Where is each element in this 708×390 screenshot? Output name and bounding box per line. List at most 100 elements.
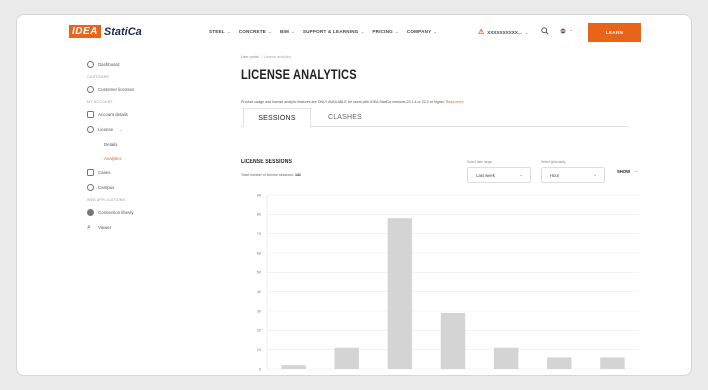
sessions-chart: 0 10 20 30 40 50 60 70 80 90 Apr 1, 2024 Apr 2, 202… [257, 193, 639, 376]
chevron-down-icon: ⌄ [393, 29, 399, 34]
chart-bar [547, 357, 572, 369]
granularity-select[interactable]: Hour ⌄ [541, 167, 605, 183]
top-navigation: IDEA StatiCa STEEL ⌄ CONCRETE ⌄ BIM ⌄ SUPPO… [17, 15, 691, 51]
sidebar-item[interactable]: Cases [87, 165, 207, 180]
browser-frame: IDEA StatiCa STEEL ⌄ CONCRETE ⌄ BIM ⌄ SUPPO… [16, 14, 692, 376]
sidebar-item[interactable]: Dashboard [87, 57, 207, 72]
x-tick-label: Apr 7, 2024 [603, 375, 623, 376]
x-tick-label: Apr 6, 2024 [549, 375, 569, 376]
sidebar-item[interactable]: License ⌄ [87, 122, 207, 137]
warning-icon: ⚠ [478, 29, 485, 36]
session-total: Total number of license sessions: 141 [241, 173, 301, 177]
y-tick-label: 10 [257, 348, 261, 352]
session-total-label: Total number of license sessions: [241, 173, 294, 177]
menu-item-label: COMPANY [406, 29, 432, 34]
session-total-value: 141 [294, 173, 301, 177]
account-icon [87, 111, 94, 118]
sidebar-category: MY ACCOUNT [87, 100, 113, 104]
sidebar-item[interactable]: Account details [87, 107, 207, 122]
y-tick-label: 0 [259, 367, 261, 371]
x-tick-label: Apr 5, 2024 [496, 375, 516, 376]
user-label: XXXXXXXXXX... [487, 29, 522, 35]
license-icon [87, 126, 94, 133]
chart-bar [440, 312, 466, 369]
date-range-select[interactable]: Last week ⌄ [467, 167, 531, 183]
menu-item-label: CONCRETE [238, 29, 267, 34]
logo-mark: IDEA [69, 25, 101, 38]
chart-bar [334, 347, 359, 369]
license-icon [87, 86, 94, 93]
main-menu: STEEL ⌄ CONCRETE ⌄ BIM ⌄ SUPPORT & LEARNING… [209, 29, 437, 34]
search-icon[interactable] [541, 27, 549, 35]
chevron-down-icon: ⌄ [524, 29, 529, 35]
breadcrumb: User portal › License analytics [241, 55, 292, 59]
chevron-down-icon: ⌄ [359, 29, 365, 34]
y-tick-label: 60 [257, 251, 261, 255]
y-tick-label: 40 [257, 290, 261, 294]
logo-text: StatiCa [103, 25, 142, 38]
breadcrumb-home[interactable]: User portal [241, 55, 259, 59]
show-button[interactable]: SHOW → [617, 168, 639, 174]
x-tick-label: Apr 2, 2024 [337, 375, 357, 376]
chart-bar [281, 365, 306, 369]
viewer-icon: ⌕ [87, 224, 91, 231]
sidebar-item-label: Cases [98, 170, 111, 175]
cases-icon [87, 169, 94, 176]
tabs: SESSIONS CLASHES [241, 108, 629, 128]
chevron-down-icon: ⌄ [519, 172, 523, 177]
sidebar-item[interactable]: Connection library [87, 205, 207, 220]
y-tick-label: 90 [257, 193, 261, 197]
read-more-link[interactable]: Read more [446, 100, 464, 104]
sidebar-item-label: Dashboard [98, 62, 120, 67]
y-tick-label: 80 [257, 213, 261, 217]
chevron-down-icon[interactable]: ⌄ [569, 27, 573, 33]
chevron-down-icon: ⌄ [267, 29, 272, 34]
granularity-label: Select granularity [541, 160, 566, 164]
menu-item[interactable]: BIM ⌄ [280, 29, 295, 34]
sidebar-item-label: Connection library [98, 210, 134, 215]
menu-item-label: BIM [279, 29, 289, 34]
x-tick-label: Apr 4, 2024 [443, 375, 463, 376]
chart-bar [387, 218, 413, 369]
notice-text: Product usage and license analytic featu… [241, 100, 463, 104]
menu-item[interactable]: COMPANY ⌄ [407, 29, 437, 34]
sidebar-subitem[interactable]: Details [87, 137, 207, 151]
section-title: LICENSE SESSIONS [241, 159, 292, 165]
sidebar-item[interactable]: Campus [87, 180, 207, 195]
x-tick-label: Apr 1, 2024 [284, 375, 304, 376]
chart-bar [600, 357, 625, 369]
sidebar-subitem[interactable]: Analytics [87, 151, 207, 165]
cta-button[interactable]: LEARN [588, 23, 641, 42]
y-tick-label: 50 [257, 271, 261, 275]
sidebar-item-label: License [98, 127, 114, 132]
date-range-value: Last week [476, 172, 495, 178]
connection-icon [87, 209, 94, 216]
user-menu[interactable]: ⚠ XXXXXXXXXX... ⌄ [478, 28, 528, 36]
menu-item[interactable]: STEEL ⌄ [209, 29, 231, 34]
chevron-down-icon: ⌄ [432, 29, 438, 34]
menu-item[interactable]: SUPPORT & LEARNING ⌄ [303, 29, 365, 34]
tab-clashes[interactable]: CLASHES [311, 108, 379, 127]
campus-icon [87, 184, 94, 191]
sidebar-item-label: Viewer [98, 225, 112, 230]
menu-item[interactable]: CONCRETE ⌄ [239, 29, 272, 34]
dashboard-icon [87, 61, 94, 68]
chevron-down-icon: ⌄ [289, 29, 295, 34]
language-flag-icon[interactable] [560, 28, 566, 34]
sidebar-item-label: Customer licenses [98, 87, 135, 92]
arrow-right-icon: → [633, 168, 640, 174]
sidebar-item-label: Campus [98, 185, 115, 190]
logo[interactable]: IDEA StatiCa [69, 25, 142, 38]
main-content: User portal › License analytics LICENSE AN… [241, 55, 639, 371]
menu-item[interactable]: PRICING ⌄ [372, 29, 398, 34]
sidebar-item[interactable]: ⌕ Viewer [87, 220, 207, 235]
y-tick-label: 30 [257, 309, 261, 313]
tab-sessions[interactable]: SESSIONS [243, 108, 311, 128]
menu-item-label: STEEL [209, 29, 225, 34]
sidebar-item[interactable]: Customer licenses [87, 82, 207, 97]
granularity-value: Hour [550, 172, 560, 178]
notice-body: Product usage and license analytic featu… [241, 100, 445, 104]
y-tick-label: 20 [257, 329, 261, 333]
chevron-down-icon: ⌄ [593, 172, 597, 177]
breadcrumb-current: License analytics [263, 55, 292, 59]
